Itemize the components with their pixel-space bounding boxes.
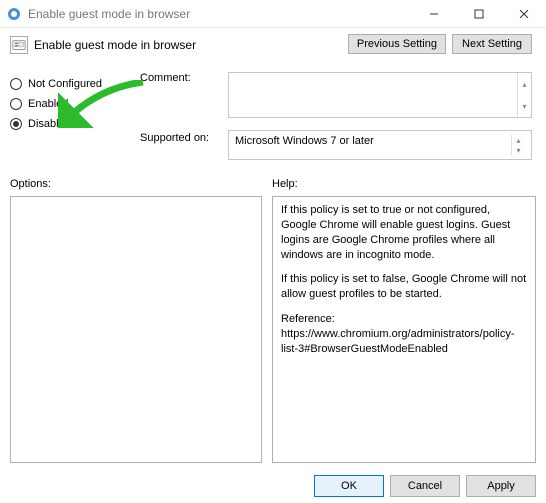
radio-icon bbox=[10, 78, 22, 90]
previous-setting-button[interactable]: Previous Setting bbox=[348, 34, 446, 54]
radio-icon bbox=[10, 98, 22, 110]
help-paragraph: If this policy is set to false, Google C… bbox=[281, 272, 527, 302]
policy-title: Enable guest mode in browser bbox=[34, 38, 196, 52]
options-pane bbox=[10, 196, 262, 463]
help-paragraph: Reference: https://www.chromium.org/admi… bbox=[281, 312, 527, 357]
comment-label: Comment: bbox=[140, 72, 191, 84]
help-paragraph: If this policy is set to true or not con… bbox=[281, 203, 527, 262]
scroll-down-icon[interactable]: ▾ bbox=[518, 95, 531, 117]
comment-textarea[interactable]: ▴ ▾ bbox=[228, 72, 532, 118]
radio-label: Not Configured bbox=[28, 78, 102, 90]
options-label: Options: bbox=[10, 178, 272, 190]
app-icon bbox=[6, 6, 22, 22]
window-title: Enable guest mode in browser bbox=[28, 7, 411, 21]
apply-button[interactable]: Apply bbox=[466, 475, 536, 497]
minimize-button[interactable] bbox=[411, 0, 456, 27]
help-pane: If this policy is set to true or not con… bbox=[272, 196, 536, 463]
comment-scrollbar[interactable]: ▴ ▾ bbox=[517, 73, 531, 117]
close-button[interactable] bbox=[501, 0, 546, 27]
scroll-up-icon[interactable]: ▴ bbox=[512, 135, 525, 145]
supported-on-label: Supported on: bbox=[140, 132, 209, 144]
cancel-button[interactable]: Cancel bbox=[390, 475, 460, 497]
supported-scrollbar[interactable]: ▴ ▾ bbox=[511, 135, 525, 155]
next-setting-button[interactable]: Next Setting bbox=[452, 34, 532, 54]
help-label: Help: bbox=[272, 178, 298, 190]
policy-icon bbox=[10, 36, 28, 54]
supported-on-text: Microsoft Windows 7 or later bbox=[235, 135, 374, 155]
supported-on-box: Microsoft Windows 7 or later ▴ ▾ bbox=[228, 130, 532, 160]
radio-label: Enabled bbox=[28, 98, 68, 110]
ok-button[interactable]: OK bbox=[314, 475, 384, 497]
maximize-button[interactable] bbox=[456, 0, 501, 27]
radio-label: Disabled bbox=[28, 118, 71, 130]
scroll-down-icon[interactable]: ▾ bbox=[512, 145, 525, 155]
radio-disabled[interactable]: Disabled bbox=[10, 118, 536, 130]
scroll-up-icon[interactable]: ▴ bbox=[518, 73, 531, 95]
titlebar: Enable guest mode in browser bbox=[0, 0, 546, 28]
radio-icon bbox=[10, 118, 22, 130]
